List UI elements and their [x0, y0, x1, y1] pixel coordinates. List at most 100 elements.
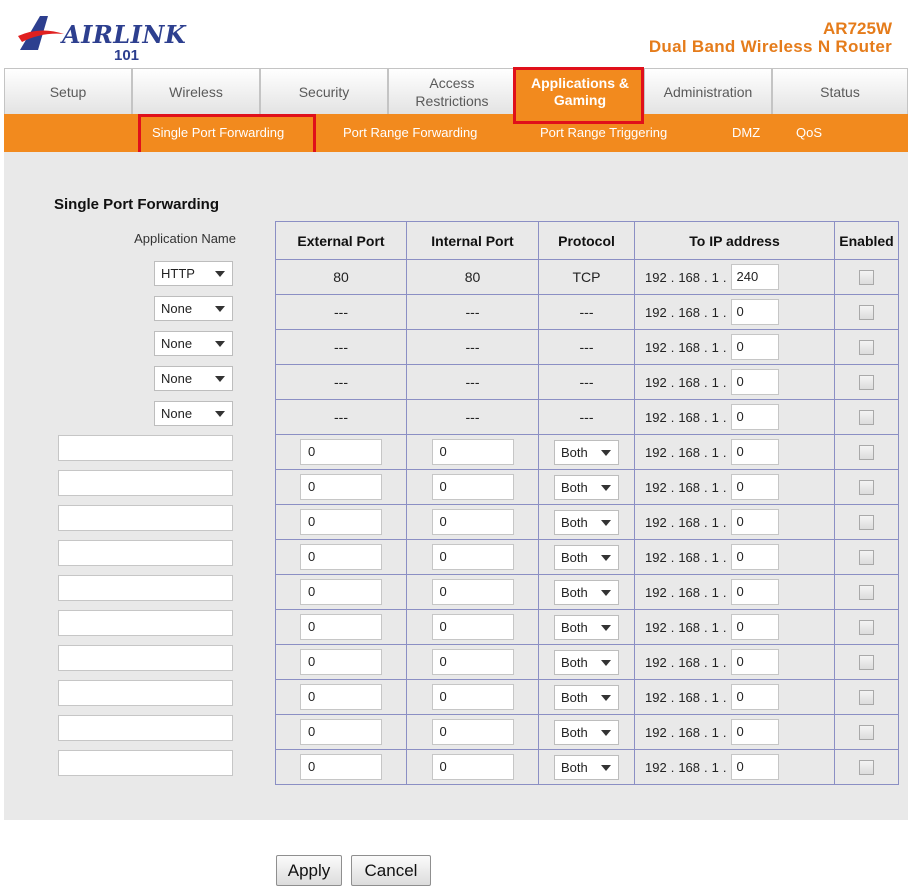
internal-port-input[interactable]: 0 — [431, 439, 514, 465]
external-port-input[interactable]: 0 — [300, 754, 382, 780]
ip-last-octet-input[interactable]: 0 — [730, 614, 779, 640]
enabled-checkbox[interactable] — [859, 690, 874, 706]
external-port-input[interactable]: 0 — [300, 649, 382, 675]
protocol-select[interactable]: Both — [554, 474, 619, 500]
ip-octet-3: 1 — [711, 269, 719, 285]
enabled-checkbox[interactable] — [859, 725, 874, 741]
tab-status[interactable]: Status — [772, 68, 908, 114]
protocol-select[interactable]: Both — [554, 614, 619, 640]
internal-port-input[interactable]: 0 — [431, 719, 514, 745]
tab-wireless[interactable]: Wireless — [132, 68, 260, 114]
protocol-select[interactable]: Both — [554, 719, 619, 745]
enabled-checkbox[interactable] — [859, 655, 874, 671]
application-name-input[interactable] — [58, 750, 233, 776]
external-port-input[interactable]: 0 — [300, 439, 382, 465]
enabled-checkbox[interactable] — [859, 550, 874, 566]
tab-setup[interactable]: Setup — [4, 68, 132, 114]
apply-button[interactable]: Apply — [276, 855, 342, 886]
ip-last-octet-input[interactable]: 0 — [730, 439, 779, 465]
ip-last-octet-input[interactable]: 0 — [730, 334, 779, 360]
subnav-dmz[interactable]: DMZ — [732, 125, 760, 140]
enabled-checkbox[interactable] — [859, 620, 874, 636]
protocol-select[interactable]: Both — [554, 754, 619, 780]
application-select[interactable]: None — [154, 366, 233, 391]
internal-port-value: --- — [406, 329, 539, 365]
ip-last-octet-input[interactable]: 0 — [730, 404, 779, 430]
external-port-input[interactable]: 0 — [300, 474, 382, 500]
internal-port-input[interactable]: 0 — [431, 649, 514, 675]
ip-last-octet-input[interactable]: 0 — [730, 509, 779, 535]
application-name-input[interactable] — [58, 505, 233, 531]
protocol-select[interactable]: Both — [554, 579, 619, 605]
application-name-input[interactable] — [58, 645, 233, 671]
internal-port-input[interactable]: 0 — [431, 579, 514, 605]
tab-administration[interactable]: Administration — [644, 68, 772, 114]
external-port-input[interactable]: 0 — [300, 509, 382, 535]
enabled-checkbox[interactable] — [859, 480, 874, 496]
application-name-input[interactable] — [58, 470, 233, 496]
subnav-port-range-triggering[interactable]: Port Range Triggering — [540, 125, 667, 140]
protocol-select[interactable]: Both — [554, 544, 619, 570]
external-port-value: --- — [275, 364, 407, 400]
application-name-input[interactable] — [58, 610, 233, 636]
application-name-header: Application Name — [134, 231, 236, 246]
external-port-input[interactable]: 0 — [300, 614, 382, 640]
ip-last-octet-input[interactable]: 0 — [730, 544, 779, 570]
application-name-input[interactable] — [58, 680, 233, 706]
ip-octet-3: 1 — [711, 339, 719, 355]
subnav-qos[interactable]: QoS — [796, 125, 822, 140]
external-port-input[interactable]: 0 — [300, 544, 382, 570]
application-select[interactable]: HTTP — [154, 261, 233, 286]
subnav-port-range-forwarding[interactable]: Port Range Forwarding — [343, 125, 477, 140]
ip-octet-3: 1 — [711, 374, 719, 390]
external-port-input[interactable]: 0 — [300, 719, 382, 745]
product-name: Dual Band Wireless N Router — [648, 37, 892, 56]
ip-last-octet-input[interactable]: 0 — [730, 719, 779, 745]
enabled-checkbox[interactable] — [859, 760, 874, 776]
application-name-input[interactable] — [58, 715, 233, 741]
internal-port-input[interactable]: 0 — [431, 544, 514, 570]
subnav-single-port-forwarding[interactable]: Single Port Forwarding — [152, 125, 284, 140]
tab-security[interactable]: Security — [260, 68, 388, 114]
external-port-input[interactable]: 0 — [300, 684, 382, 710]
application-name-input[interactable] — [58, 575, 233, 601]
protocol-select[interactable]: Both — [554, 509, 619, 535]
protocol-select[interactable]: Both — [554, 439, 619, 465]
ip-last-octet-input[interactable]: 0 — [730, 299, 779, 325]
application-select[interactable]: None — [154, 296, 233, 321]
enabled-checkbox[interactable] — [859, 515, 874, 531]
ip-last-octet-input[interactable]: 0 — [730, 369, 779, 395]
enabled-checkbox[interactable] — [859, 445, 874, 461]
enabled-checkbox[interactable] — [859, 270, 874, 286]
ip-last-octet-input[interactable]: 0 — [730, 474, 779, 500]
application-select[interactable]: None — [154, 331, 233, 356]
airlink-logo: AIRLINK 101 — [18, 14, 186, 66]
enabled-checkbox[interactable] — [859, 375, 874, 391]
tab-applications-gaming[interactable]: Applications & Gaming — [516, 68, 644, 114]
ip-last-octet-input[interactable]: 0 — [730, 579, 779, 605]
ip-last-octet-input[interactable]: 0 — [730, 754, 779, 780]
internal-port-input[interactable]: 0 — [431, 754, 514, 780]
internal-port-input[interactable]: 0 — [431, 614, 514, 640]
ip-last-octet-input[interactable]: 0 — [730, 649, 779, 675]
application-select[interactable]: None — [154, 401, 233, 426]
ip-last-octet-input[interactable]: 240 — [730, 264, 779, 290]
cancel-button[interactable]: Cancel — [351, 855, 431, 886]
enabled-checkbox[interactable] — [859, 340, 874, 356]
internal-port-input[interactable]: 0 — [431, 509, 514, 535]
table-row: 0 0 Both 192. 168. 1. 0 — [275, 574, 899, 610]
protocol-select[interactable]: Both — [554, 684, 619, 710]
external-port-input[interactable]: 0 — [300, 579, 382, 605]
enabled-checkbox[interactable] — [859, 410, 874, 426]
application-name-input[interactable] — [58, 540, 233, 566]
internal-port-input[interactable]: 0 — [431, 474, 514, 500]
internal-port-input[interactable]: 0 — [431, 684, 514, 710]
enabled-checkbox[interactable] — [859, 305, 874, 321]
tab-access-restrictions[interactable]: Access Restrictions — [388, 68, 516, 114]
enabled-checkbox[interactable] — [859, 585, 874, 601]
application-name-input[interactable] — [58, 435, 233, 461]
table-row: 0 0 Both 192. 168. 1. 0 — [275, 539, 899, 575]
col-protocol: Protocol — [538, 221, 635, 260]
protocol-select[interactable]: Both — [554, 649, 619, 675]
ip-last-octet-input[interactable]: 0 — [730, 684, 779, 710]
